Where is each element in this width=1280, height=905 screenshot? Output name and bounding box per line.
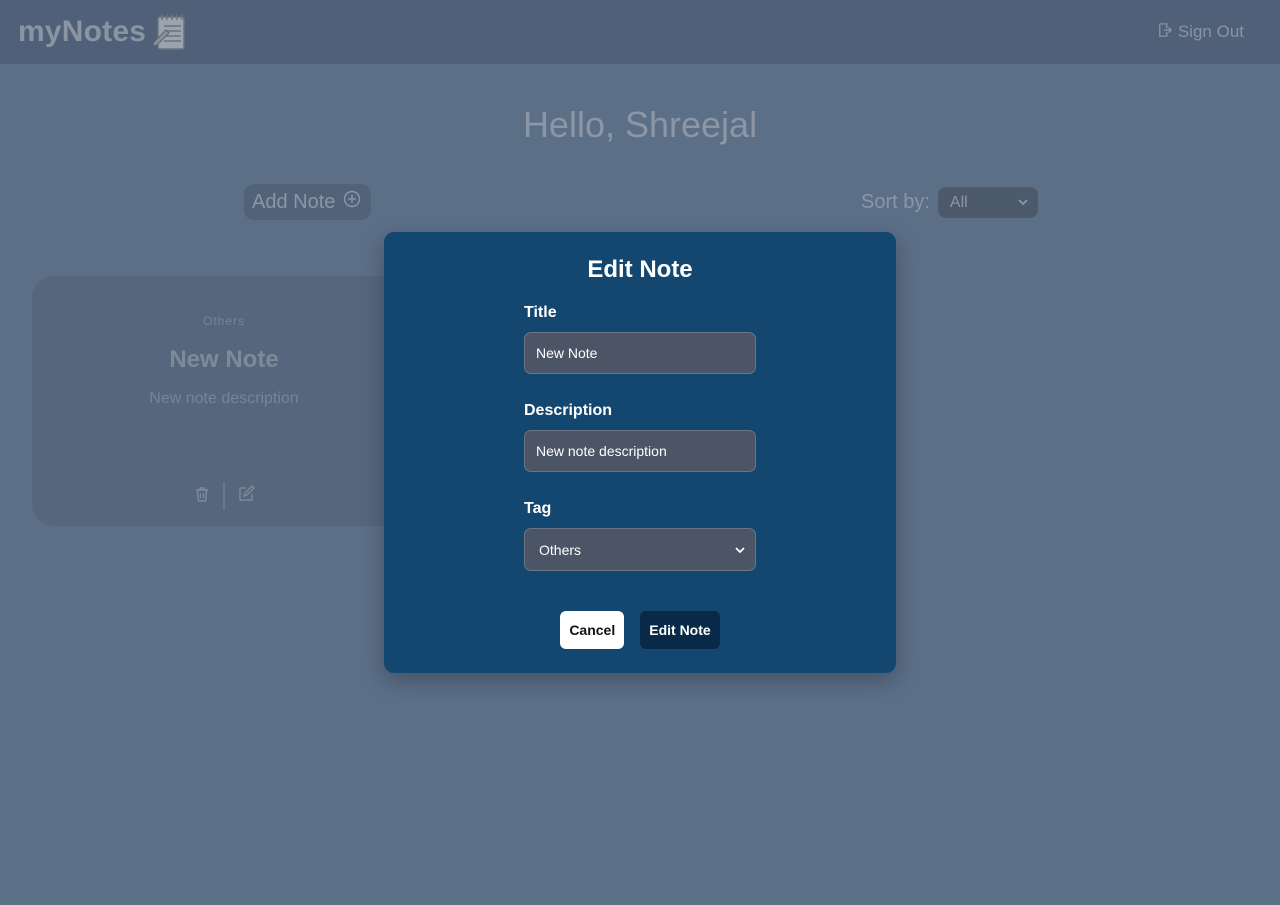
brand[interactable]: myNotes <box>18 12 188 52</box>
chevron-down-icon <box>735 542 745 558</box>
tag-select-value: Others <box>539 541 582 558</box>
sort-select-value: All <box>949 193 968 211</box>
edit-icon[interactable] <box>237 484 255 508</box>
cancel-button[interactable]: Cancel <box>560 611 625 649</box>
tag-select[interactable]: Others <box>524 528 756 571</box>
notepad-icon <box>152 12 188 52</box>
note-actions <box>32 482 416 510</box>
actions-divider <box>223 482 225 510</box>
sort-label: Sort by: <box>861 191 930 213</box>
sign-out-button[interactable]: Sign Out <box>1158 22 1244 42</box>
sort-control: Sort by: All <box>861 187 1038 218</box>
note-card: Others New Note New note description <box>32 276 416 526</box>
title-input-value: New Note <box>536 345 598 361</box>
description-input[interactable]: New note description <box>524 430 756 472</box>
navbar: myNotes Sign Out <box>0 0 1280 64</box>
note-tag: Others <box>202 314 245 328</box>
note-description: New note description <box>149 390 299 407</box>
brand-name: myNotes <box>18 15 147 48</box>
sign-out-icon <box>1158 22 1172 42</box>
sort-select[interactable]: All <box>937 187 1038 218</box>
sign-out-label: Sign Out <box>1177 22 1244 41</box>
modal-buttons: Cancel Edit Note <box>384 611 896 649</box>
note-title: New Note <box>169 346 279 373</box>
title-input[interactable]: New Note <box>524 332 756 374</box>
add-note-button[interactable]: Add Note <box>244 184 372 220</box>
tag-label: Tag <box>524 500 552 517</box>
edit-note-modal: Edit Note Title New Note Description New… <box>384 232 896 673</box>
edit-note-button[interactable]: Edit Note <box>640 611 720 649</box>
description-label: Description <box>524 402 613 419</box>
title-label: Title <box>524 304 557 321</box>
modal-title: Edit Note <box>587 256 693 283</box>
plus-circle-icon <box>343 190 361 214</box>
greeting: Hello, Shreejal <box>522 104 758 145</box>
trash-icon[interactable] <box>193 485 211 508</box>
description-input-value: New note description <box>536 443 667 459</box>
chevron-down-icon <box>1018 194 1028 212</box>
add-note-label: Add Note <box>252 190 336 213</box>
